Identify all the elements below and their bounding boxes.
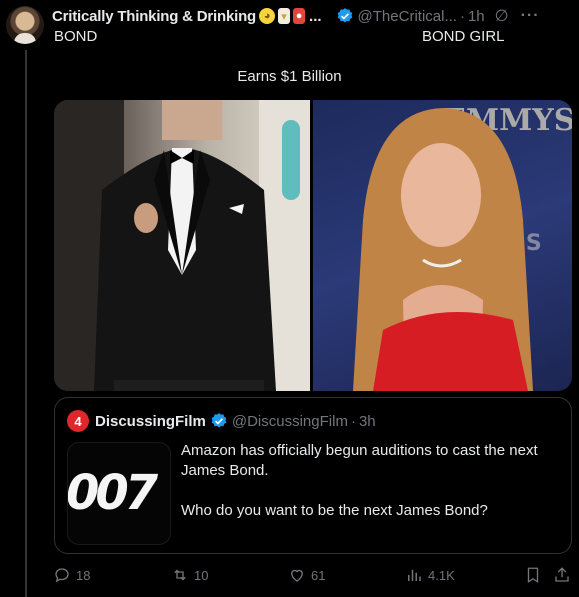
quoted-post-card[interactable]: 4 DiscussingFilm @DiscussingFilm · 3h 00… [54,397,572,554]
thread-line [25,50,27,597]
share-button[interactable] [553,566,571,584]
views-button[interactable]: 4.1K [405,566,455,584]
like-count: 61 [311,567,326,583]
views-chart-icon [408,569,421,581]
share-icon [555,567,569,582]
reply-count: 18 [76,567,91,583]
repost-count: 10 [194,567,209,583]
quoted-verified-badge-icon [210,412,228,430]
quoted-line-1: Amazon has officially begun auditions to… [181,442,538,479]
post-time[interactable]: 1h [468,8,485,25]
name-ellipsis: ... [309,7,322,25]
bookmark-button[interactable] [524,566,542,584]
label-bond: BOND [54,28,98,45]
heart-icon [291,569,303,582]
separator-dot: · [459,7,465,25]
beer-emoji-icon: ▾ [278,8,291,24]
repost-icon [174,569,186,581]
quoted-separator-dot: · [350,412,356,430]
quoted-header: 4 DiscussingFilm @DiscussingFilm · 3h [67,410,376,432]
grok-icon[interactable]: ∅ [495,6,509,26]
drink-emoji-icon: ● [293,8,306,24]
quoted-author-name[interactable]: DiscussingFilm [95,413,206,430]
media-grid[interactable]: EMMYS. CBS [54,100,572,391]
quoted-line-2: Who do you want to be the next James Bon… [181,502,488,519]
action-bar: 18 10 61 4.1K [50,566,575,588]
like-button[interactable]: 61 [288,566,325,584]
post-header: Critically Thinking & Drinking ◕ ▾ ● ...… [52,6,571,26]
quoted-handle[interactable]: @DiscussingFilm [232,413,348,430]
more-options-icon[interactable]: ··· [521,7,540,25]
views-count: 4.1K [428,567,455,583]
quoted-time[interactable]: 3h [359,413,376,430]
bookmark-icon [527,567,539,584]
avatar[interactable] [6,6,44,44]
face-emoji-icon: ◕ [259,8,276,24]
photo-actor-tuxedo[interactable] [54,100,310,391]
discussingfilm-logo-icon[interactable]: 4 [67,410,89,432]
quoted-thumbnail-007[interactable]: 007 [67,442,171,545]
author-name[interactable]: Critically Thinking & Drinking [52,8,256,25]
reply-button[interactable]: 18 [53,566,90,584]
quoted-text: Amazon has officially begun auditions to… [181,441,561,521]
label-bond-girl: BOND GIRL [422,28,505,45]
red-dress-illustration: EMMYS. CBS [353,103,572,391]
photo-actress-red-dress[interactable]: EMMYS. CBS [313,100,572,391]
thumb-007-logo: 007 [67,465,158,521]
verified-badge-icon [336,7,354,25]
author-handle[interactable]: @TheCritical... [358,8,457,25]
tuxedo-illustration [54,100,310,391]
repost-button[interactable]: 10 [171,566,208,584]
post-caption: Earns $1 Billion [237,68,342,85]
reply-icon [55,568,69,583]
